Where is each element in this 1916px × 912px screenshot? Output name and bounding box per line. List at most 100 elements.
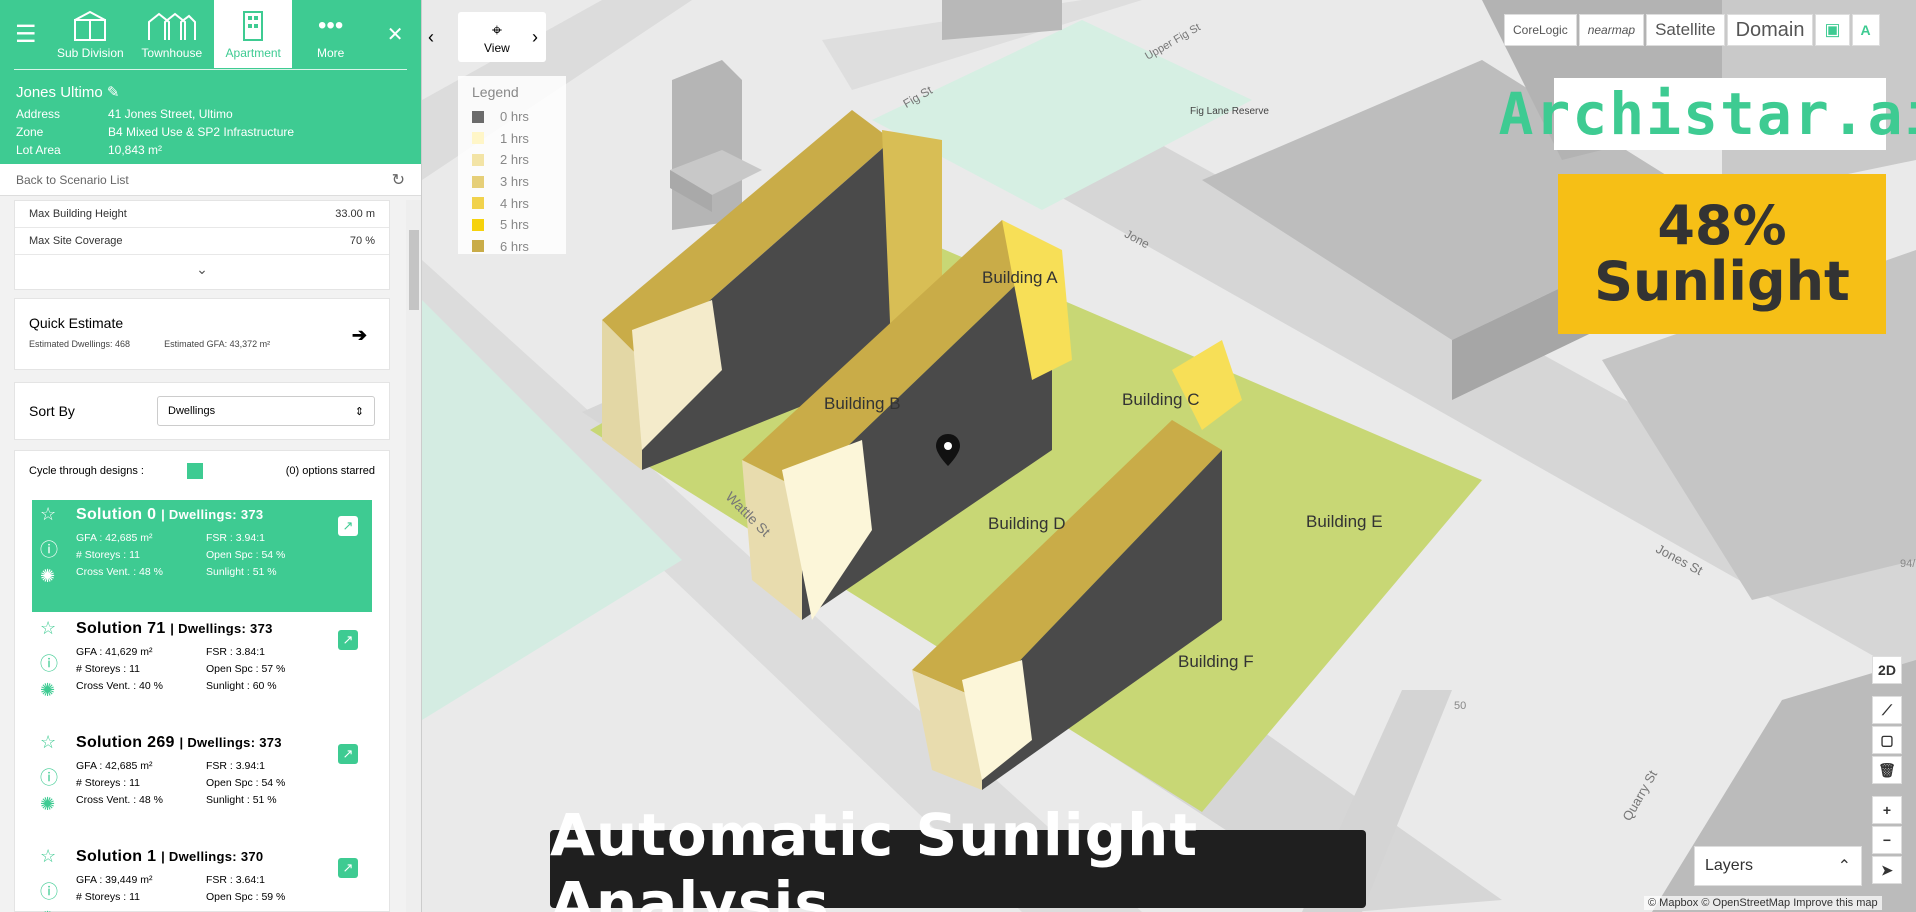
legend-label: 3 hrs [500,174,529,190]
refresh-icon[interactable]: ↻ [392,170,405,190]
view-label: View [484,40,510,55]
nav-label-apartment: Apartment [225,46,281,60]
sort-select-value: Dwellings [168,405,216,417]
hamburger-menu-icon[interactable]: ☰ [0,0,52,68]
sun-icon: ✺ [40,680,56,700]
solution-storeys: # Storeys : 11 [76,549,141,561]
sidebar-scrollbar[interactable] [406,200,421,912]
solution-item[interactable]: ☆ ⓘ ✺ Solution 269 | Dwellings: 373 GFA : 42… [32,728,372,840]
map-number-50: 50 [1454,700,1467,712]
info-icon[interactable]: ⓘ [40,878,58,904]
nav-apartment[interactable]: Apartment [214,0,292,68]
solution-open-space: Open Spc : 54 % [206,549,286,561]
nav-sub-division[interactable]: Sub Division [52,0,129,68]
zoom-out-icon[interactable]: − [1872,826,1902,854]
back-to-scenario-link[interactable]: Back to Scenario List [16,173,129,187]
quick-estimate-title: Quick Estimate [29,315,124,331]
close-icon[interactable]: ✕ [369,0,421,68]
constraint-value: 70 % [349,235,375,247]
solution-open-space: Open Spc : 57 % [206,663,286,675]
solution-fsr: FSR : 3.84:1 [206,646,265,658]
sunlight-badge: 48% Sunlight [1558,174,1886,334]
info-icon[interactable]: ⓘ [40,764,58,790]
building-label-a: Building A [982,268,1058,287]
expand-chevron-icon[interactable]: ⌄ [15,255,389,278]
draw-line-icon[interactable]: ⟋ [1872,696,1902,724]
legend-swatch [472,240,484,253]
compass-icon[interactable]: ➤ [1872,856,1902,884]
legend-label: 2 hrs [500,152,529,168]
layers-button[interactable]: Layers ⌃ [1694,846,1862,886]
map-attribution[interactable]: © Mapbox © OpenStreetMap Improve this ma… [1644,896,1882,910]
site-info: Jones Ultimo ✎ Address 41 Jones Street, U… [0,68,421,164]
card-icon[interactable]: ▣ [1815,14,1850,46]
solution-gfa: GFA : 39,449 m² [76,874,153,886]
cycle-toggle[interactable] [186,463,203,479]
legend-swatch [472,110,484,123]
building-label-d: Building D [988,514,1066,533]
cycle-label: Cycle through designs : [29,465,144,477]
satellite-button[interactable]: Satellite [1646,14,1725,46]
open-external-icon[interactable]: ↗ [338,744,358,764]
nav-more[interactable]: ••• More [292,0,369,68]
info-icon[interactable]: ⓘ [40,650,58,676]
open-external-icon[interactable]: ↗ [338,516,358,536]
sunlight-percent: 48% [1657,194,1787,257]
open-external-icon[interactable]: ↗ [338,630,358,650]
nav-townhouse[interactable]: Townhouse [129,0,214,68]
site-title: Jones Ultimo [16,84,103,101]
building-label-e: Building E [1306,512,1383,531]
solution-title: Solution 71 [76,620,166,637]
star-icon[interactable]: ☆ [40,846,56,867]
chevron-left-icon[interactable]: ‹ [428,27,434,48]
chevron-right-icon[interactable]: › [532,27,538,48]
legend-item: 4 hrs [472,192,552,214]
constraints-card: Max Building Height 33.00 m Max Site Cove… [14,200,390,290]
legend-item: 3 hrs [472,171,552,193]
draw-polygon-icon[interactable]: ▢ [1872,726,1902,754]
estimated-gfa: Estimated GFA: 43,372 m² [164,339,271,349]
solution-item[interactable]: ☆ ⓘ ✺ Solution 71 | Dwellings: 373 GFA : 41,… [32,614,372,726]
star-icon[interactable]: ☆ [40,618,56,639]
arrow-right-icon[interactable]: ➔ [352,325,367,346]
quick-estimate-card[interactable]: Quick Estimate Estimated Dwellings: 468 … [14,298,390,370]
solution-item[interactable]: ☆ ⓘ ✺ Solution 0 | Dwellings: 373 GFA : 42,6… [32,500,372,612]
zone-row: Zone B4 Mixed Use & SP2 Infrastructure [16,123,405,141]
building-label-b: Building B [824,394,901,413]
logo-text: Archistar.ai [1498,80,1916,148]
open-external-icon[interactable]: ↗ [338,858,358,878]
constraint-label: Max Site Coverage [29,235,123,247]
building-label-c: Building C [1122,390,1200,409]
townhouse-icon [147,12,196,40]
solution-item[interactable]: ☆ ⓘ ✺ Solution 1 | Dwellings: 370 GFA : 39,4… [32,842,372,912]
legend-swatch [472,175,484,188]
address-value: 41 Jones Street, Ultimo [108,107,233,121]
trash-icon[interactable]: 🗑 [1872,756,1902,784]
solution-gfa: GFA : 41,629 m² [76,646,153,658]
address-row: Address 41 Jones Street, Ultimo [16,105,405,123]
solution-title: Solution 1 [76,848,157,865]
edit-pencil-icon[interactable]: ✎ [107,84,120,101]
starred-count: (0) options starred [285,465,375,477]
apartment-icon [243,11,264,41]
constraint-label: Max Building Height [29,208,127,220]
domain-button[interactable]: Domain [1726,14,1814,46]
info-icon[interactable]: ⓘ [40,536,58,562]
sort-select[interactable]: Dwellings ⇕ [157,396,375,426]
corelogic-logo[interactable]: CoreLogic [1504,14,1577,46]
top-nav: ☰ Sub Division Townhouse Apartment ••• M… [0,0,421,68]
view-control[interactable]: ‹ ⌖ View › [428,12,546,62]
solution-open-space: Open Spc : 59 % [206,891,286,903]
star-icon[interactable]: ☆ [40,732,56,753]
a-button[interactable]: A [1851,14,1880,46]
zone-value: B4 Mixed Use & SP2 Infrastructure [108,125,295,139]
nearmap-logo[interactable]: nearmap [1578,14,1645,46]
archistar-logo: Archistar.ai [1498,78,1916,150]
chevron-up-icon: ⌃ [1837,858,1851,875]
star-icon[interactable]: ☆ [40,504,56,525]
app-root: Building A Building B Building C Buildin… [0,0,1916,912]
zoom-in-icon[interactable]: + [1872,796,1902,824]
2d-button[interactable]: 2D [1872,656,1902,684]
solution-title: Solution 0 [76,506,157,523]
solution-sunlight: Sunlight : 51 % [206,794,277,806]
